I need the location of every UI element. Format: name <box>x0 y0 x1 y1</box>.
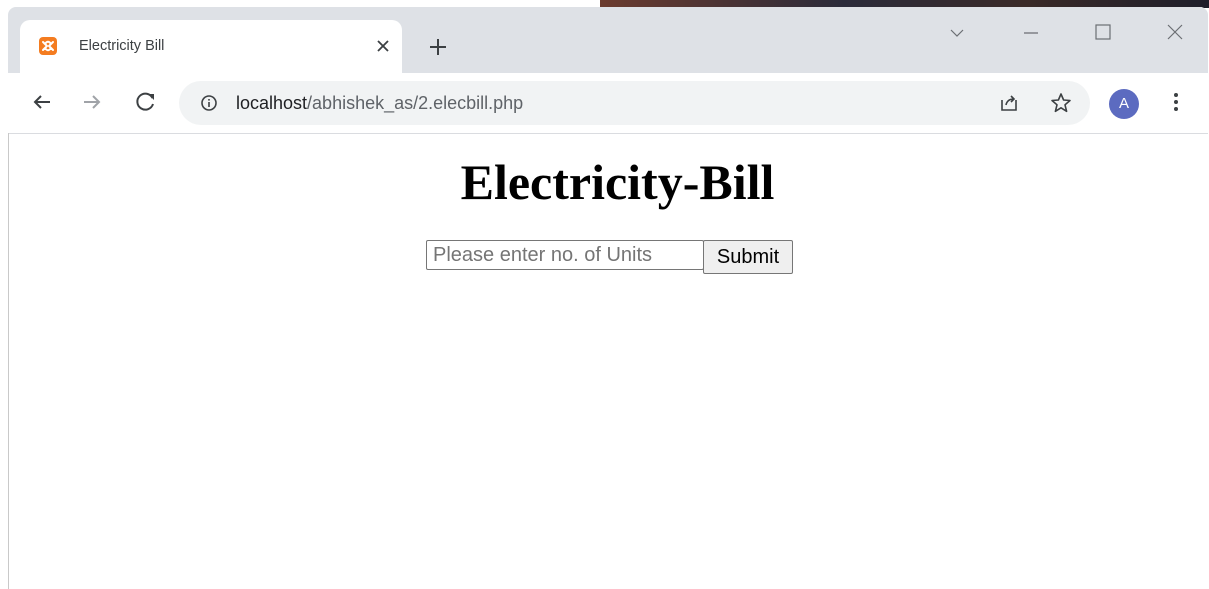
tab-title: Electricity Bill <box>79 38 165 54</box>
window-left-border <box>8 133 9 589</box>
close-tab-icon[interactable] <box>371 34 395 58</box>
xampp-icon <box>39 37 57 55</box>
url-host: localhost <box>236 93 308 113</box>
browser-toolbar: localhost/abhishek_as/2.elecbill.php A <box>8 73 1208 134</box>
tab-strip: Electricity Bill <box>8 7 1208 73</box>
back-arrow-icon[interactable] <box>29 89 55 115</box>
plus-icon[interactable] <box>425 34 451 60</box>
page-title: Electricity-Bill <box>460 154 775 210</box>
minimize-icon[interactable] <box>1016 19 1046 47</box>
maximize-icon[interactable] <box>1088 19 1118 47</box>
address-bar[interactable]: localhost/abhishek_as/2.elecbill.php <box>179 81 1090 125</box>
share-icon[interactable] <box>998 92 1020 114</box>
url-path: /abhishek_as/2.elecbill.php <box>307 93 524 113</box>
url-text[interactable]: localhost/abhishek_as/2.elecbill.php <box>236 93 523 113</box>
browser-window: Electricity Bill localhost/abhishek_as/2… <box>8 7 1208 589</box>
tab-search-icon[interactable] <box>942 19 972 47</box>
units-input[interactable] <box>426 240 704 270</box>
close-window-icon[interactable] <box>1160 19 1190 47</box>
tab-electricity-bill[interactable]: Electricity Bill <box>20 20 402 73</box>
reload-icon[interactable] <box>133 89 159 115</box>
site-info-icon[interactable] <box>199 93 219 113</box>
page-content: Electricity-Bill Submit <box>8 134 1208 589</box>
forward-arrow-icon[interactable] <box>79 89 105 115</box>
submit-button[interactable]: Submit <box>703 240 793 274</box>
bookmark-star-icon[interactable] <box>1049 91 1073 115</box>
menu-kebab-icon[interactable] <box>1163 89 1189 115</box>
profile-avatar[interactable]: A <box>1109 89 1139 119</box>
